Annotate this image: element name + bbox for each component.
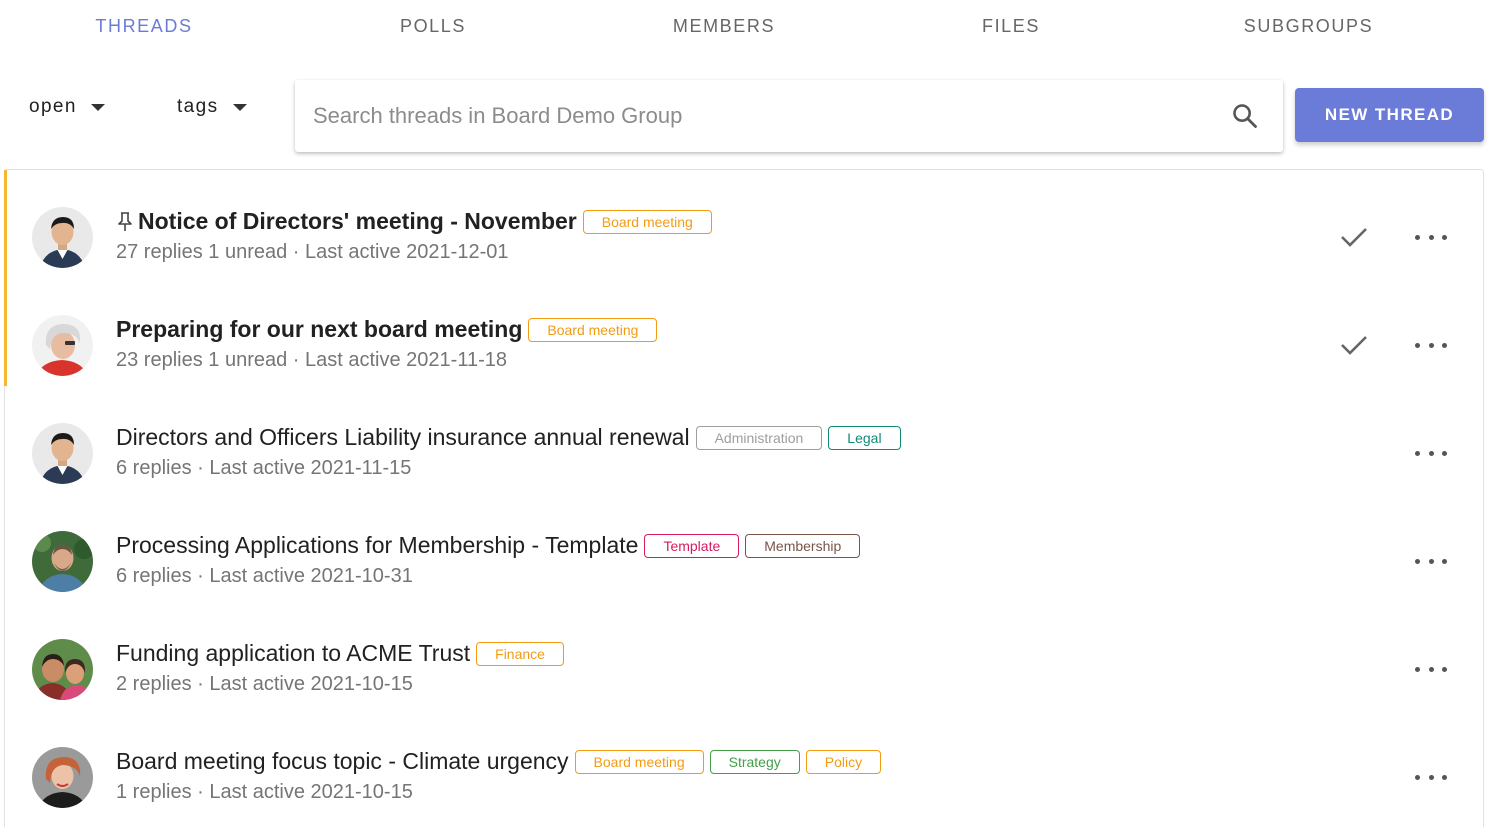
thread-title[interactable]: Board meeting focus topic - Climate urge… <box>116 748 569 775</box>
tag-badge[interactable]: Administration <box>695 425 823 450</box>
tag-badge[interactable]: Board meeting <box>528 317 658 342</box>
check-icon[interactable] <box>1339 333 1369 357</box>
author-avatar <box>32 207 93 268</box>
thread-list: Notice of Directors' meeting - November … <box>4 169 1484 827</box>
author-avatar <box>32 747 93 808</box>
thread-title[interactable]: Directors and Officers Liability insuran… <box>116 424 690 451</box>
tag-badge[interactable]: Legal <box>828 425 901 450</box>
thread-row[interactable]: Board meeting focus topic - Climate urge… <box>5 710 1483 818</box>
thread-title-line: Processing Applications for Membership -… <box>116 532 861 559</box>
pin-icon <box>118 211 132 231</box>
new-thread-button[interactable]: NEW THREAD <box>1295 88 1484 142</box>
more-options-icon[interactable] <box>1415 444 1447 462</box>
thread-meta: 6 replies · Last active 2021-11-15 <box>116 457 412 479</box>
more-options-icon[interactable] <box>1415 228 1447 246</box>
tag-badge[interactable]: Membership <box>745 533 861 558</box>
author-avatar <box>32 423 93 484</box>
thread-title-line: Funding application to ACME Trust Financ… <box>116 640 564 667</box>
status-filter-label: open <box>29 96 77 117</box>
tag-badge[interactable]: Template <box>644 533 740 558</box>
tag-badge[interactable]: Board meeting <box>582 209 712 234</box>
thread-toolbar: open tags NEW THREAD <box>0 78 1491 152</box>
search-icon[interactable] <box>1231 102 1259 130</box>
thread-row[interactable]: Funding application to ACME Trust Financ… <box>5 602 1483 710</box>
search-box <box>295 80 1283 152</box>
thread-title[interactable]: Processing Applications for Membership -… <box>116 532 638 559</box>
thread-row[interactable]: Processing Applications for Membership -… <box>5 494 1483 602</box>
thread-title-line: Notice of Directors' meeting - November … <box>116 208 712 235</box>
tab-polls[interactable]: POLLS <box>308 0 578 52</box>
tag-badge[interactable]: Strategy <box>709 749 800 774</box>
thread-row[interactable]: Preparing for our next board meeting Boa… <box>4 278 1483 386</box>
thread-title-line: Board meeting focus topic - Climate urge… <box>116 748 882 775</box>
thread-title[interactable]: Funding application to ACME Trust <box>116 640 470 667</box>
thread-meta: 23 replies 1 unread · Last active 2021-1… <box>116 349 507 371</box>
thread-row[interactable]: Directors and Officers Liability insuran… <box>5 386 1483 494</box>
author-avatar <box>32 639 93 700</box>
thread-meta: 1 replies · Last active 2021-10-15 <box>116 781 413 803</box>
tag-badge[interactable]: Finance <box>476 641 564 666</box>
thread-title[interactable]: Notice of Directors' meeting - November <box>138 208 577 235</box>
thread-title-line: Directors and Officers Liability insuran… <box>116 424 901 451</box>
tab-members[interactable]: MEMBERS <box>578 0 890 52</box>
thread-title-line: Preparing for our next board meeting Boa… <box>116 316 658 343</box>
thread-row[interactable]: Notice of Directors' meeting - November … <box>4 170 1483 278</box>
author-avatar <box>32 531 93 592</box>
status-filter-dropdown[interactable]: open <box>29 96 105 118</box>
caret-down-icon <box>232 103 247 111</box>
thread-title[interactable]: Preparing for our next board meeting <box>116 316 522 343</box>
author-avatar <box>32 315 93 376</box>
thread-meta: 27 replies 1 unread · Last active 2021-1… <box>116 241 509 263</box>
tag-badge[interactable]: Board meeting <box>574 749 704 774</box>
more-options-icon[interactable] <box>1415 552 1447 570</box>
more-options-icon[interactable] <box>1415 660 1447 678</box>
more-options-icon[interactable] <box>1415 768 1447 786</box>
tags-filter-dropdown[interactable]: tags <box>177 96 247 118</box>
tag-badge[interactable]: Policy <box>805 749 882 774</box>
tab-files[interactable]: FILES <box>890 0 1152 52</box>
check-icon[interactable] <box>1339 225 1369 249</box>
thread-meta: 2 replies · Last active 2021-10-15 <box>116 673 413 695</box>
tab-subgroups[interactable]: SUBGROUPS <box>1152 0 1485 52</box>
caret-down-icon <box>90 103 105 111</box>
more-options-icon[interactable] <box>1415 336 1447 354</box>
search-input[interactable] <box>313 80 1213 152</box>
tags-filter-label: tags <box>177 96 219 117</box>
tab-bar: THREADS POLLS MEMBERS FILES SUBGROUPS <box>0 0 1491 52</box>
tab-threads[interactable]: THREADS <box>0 0 308 52</box>
thread-meta: 6 replies · Last active 2021-10-31 <box>116 565 413 587</box>
